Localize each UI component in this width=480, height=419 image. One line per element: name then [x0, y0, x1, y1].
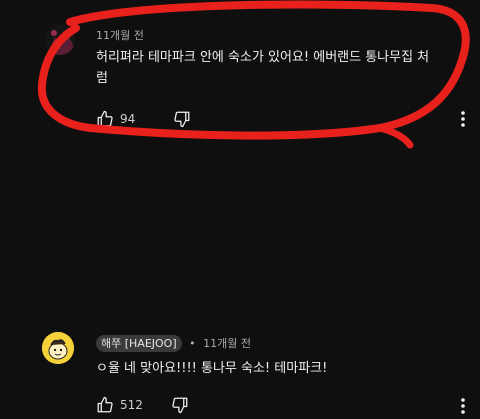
thumbs-up-icon[interactable] — [96, 396, 114, 414]
thumbs-down-icon[interactable] — [171, 396, 189, 414]
comment-actions: 512 — [96, 396, 189, 414]
thumbs-up-icon[interactable] — [96, 110, 114, 128]
more-vertical-icon[interactable] — [460, 397, 466, 415]
comment-time[interactable]: 11개월 전 — [96, 29, 144, 42]
comment-author[interactable]: 해쭈 [HAEJOO] — [96, 335, 182, 352]
comment-text: 허리펴라 테마파크 안에 숙소가 있어요! 에버랜드 통나무집 처럼 — [96, 50, 430, 86]
comment-time[interactable]: 11개월 전 — [203, 337, 251, 350]
comment-text: ㅇ율 네 맞아요!!!! 통나무 숙소! 테마파크! — [96, 361, 328, 376]
thumbs-down-icon[interactable] — [173, 110, 191, 128]
comment-item: 11개월 전 허리펴라 테마파크 안에 숙소가 있어요! 에버랜드 통나무집 처… — [0, 0, 480, 150]
avatar-image — [42, 332, 74, 364]
comment-item: 해쭈 [HAEJOO] • 11개월 전 ㅇ율 네 맞아요!!!! 통나무 숙소… — [0, 160, 480, 414]
avatar-image — [45, 25, 75, 55]
like-count: 512 — [120, 398, 143, 412]
avatar[interactable] — [42, 332, 74, 364]
separator-dot: • — [189, 337, 196, 350]
avatar[interactable] — [45, 25, 75, 55]
more-vertical-icon[interactable] — [460, 110, 466, 128]
like-count: 94 — [120, 112, 136, 126]
comment-meta: 11개월 전 — [96, 27, 144, 43]
comment-meta: 해쭈 [HAEJOO] • 11개월 전 — [96, 335, 251, 352]
comment-actions: 94 — [96, 110, 191, 128]
